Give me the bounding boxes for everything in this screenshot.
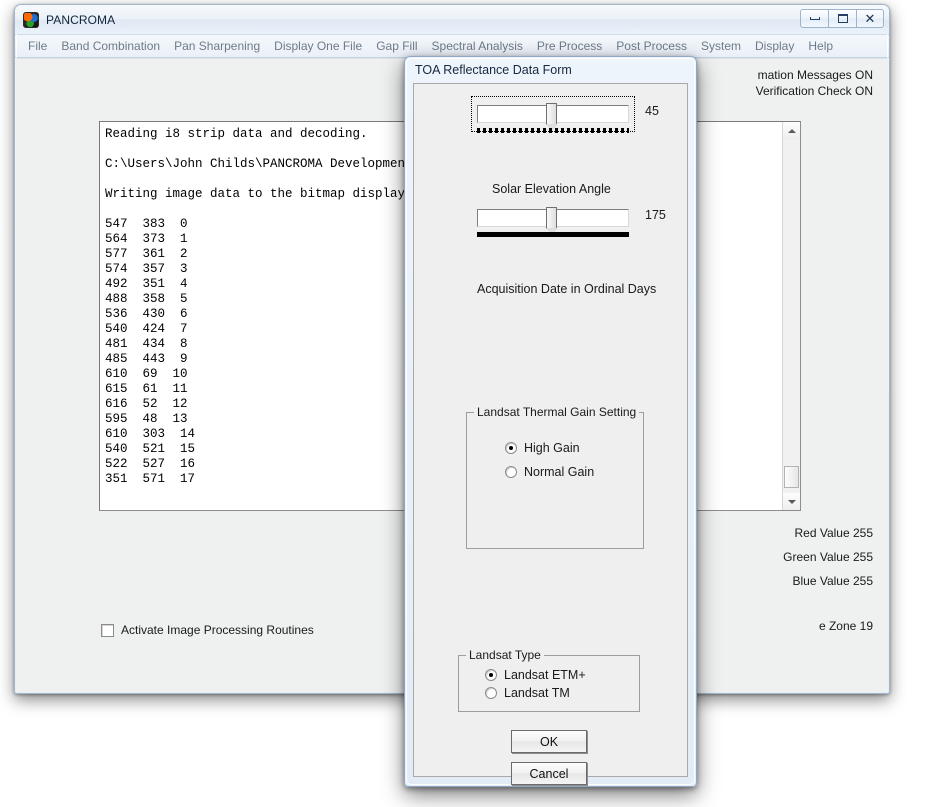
scroll-up-arrow-icon[interactable]: [783, 122, 800, 139]
window-controls: ✕: [800, 9, 884, 28]
maximize-button[interactable]: [828, 9, 856, 28]
solar-elevation-slider-group: 45: [471, 96, 659, 134]
menu-item-pan-sharpening[interactable]: Pan Sharpening: [167, 37, 267, 55]
acquisition-date-slider[interactable]: [477, 206, 629, 235]
slider-ticks: [477, 232, 629, 237]
slider-thumb[interactable]: [546, 207, 559, 235]
cancel-button[interactable]: Cancel: [511, 762, 587, 785]
thermal-gain-groupbox: Landsat Thermal Gain Setting High Gain N…: [466, 405, 644, 549]
radio-normal-gain[interactable]: Normal Gain: [505, 465, 594, 479]
menu-item-spectral-analysis[interactable]: Spectral Analysis: [425, 37, 530, 55]
thermal-gain-legend: Landsat Thermal Gain Setting: [474, 405, 640, 419]
radio-landsat-tm[interactable]: Landsat TM: [485, 686, 570, 700]
close-icon: ✕: [864, 10, 876, 26]
log-vertical-scrollbar[interactable]: [782, 122, 800, 510]
dialog-title: TOA Reflectance Data Form: [415, 63, 572, 77]
zone-label: e Zone 19: [818, 619, 873, 633]
radio-indicator-icon: [505, 466, 517, 478]
menu-item-display[interactable]: Display: [748, 37, 801, 55]
menu-item-help[interactable]: Help: [801, 37, 840, 55]
menu-item-file[interactable]: File: [21, 37, 54, 55]
landsat-type-groupbox: Landsat Type Landsat ETM+ Landsat TM: [458, 648, 640, 712]
dialog-body: 45 Solar Elevation Angle 175 Acquisition…: [413, 83, 688, 785]
menu-item-display-one-file[interactable]: Display One File: [267, 37, 369, 55]
slider-ticks: [477, 128, 629, 134]
green-value-label: Green Value 255: [783, 550, 873, 564]
radio-indicator-icon: [485, 687, 497, 699]
radio-landsat-tm-label: Landsat TM: [504, 686, 570, 700]
minimize-icon: [809, 17, 820, 20]
menu-item-system[interactable]: System: [694, 37, 748, 55]
slider-thumb[interactable]: [546, 103, 559, 131]
activate-image-processing-label: Activate Image Processing Routines: [121, 623, 314, 637]
window-title: PANCROMA: [46, 12, 116, 27]
menu-item-post-process[interactable]: Post Process: [609, 37, 694, 55]
maximize-icon: [837, 14, 848, 23]
radio-landsat-etm-plus-label: Landsat ETM+: [504, 668, 586, 682]
acquisition-date-slider-group: 175: [477, 206, 666, 237]
solar-elevation-slider[interactable]: [477, 102, 629, 131]
title-bar: PANCROMA ✕: [15, 5, 889, 34]
activate-image-processing-row[interactable]: Activate Image Processing Routines: [101, 623, 314, 637]
rgb-values: Red Value 255 Green Value 255 Blue Value…: [783, 521, 873, 593]
pancroma-logo-icon: [23, 11, 39, 28]
menu-item-band-combination[interactable]: Band Combination: [54, 37, 167, 55]
status-messages: mation Messages ON Verification Check ON: [756, 67, 873, 99]
solar-elevation-caption: Solar Elevation Angle: [492, 182, 611, 196]
menu-item-pre-process[interactable]: Pre Process: [530, 37, 609, 55]
ok-button[interactable]: OK: [511, 730, 587, 753]
minimize-button[interactable]: [800, 9, 828, 28]
scroll-down-arrow-icon[interactable]: [783, 493, 800, 510]
toa-reflectance-dialog: TOA Reflectance Data Form 45 Solar Eleva…: [404, 56, 697, 787]
status-line-1: mation Messages ON: [757, 68, 873, 82]
status-line-2: Verification Check ON: [755, 84, 873, 98]
radio-indicator-icon: [485, 669, 497, 681]
solar-elevation-value: 45: [645, 104, 659, 118]
screen: PANCROMA ✕ File Band Combination Pan Sharp…: [0, 0, 940, 807]
radio-landsat-etm-plus[interactable]: Landsat ETM+: [485, 668, 586, 682]
blue-value-label: Blue Value 255: [792, 574, 873, 588]
acquisition-date-caption: Acquisition Date in Ordinal Days: [477, 282, 657, 296]
radio-high-gain-label: High Gain: [524, 441, 580, 455]
activate-image-processing-checkbox[interactable]: [101, 623, 114, 637]
red-value-label: Red Value 255: [794, 526, 873, 540]
menu-bar: File Band Combination Pan Sharpening Displa…: [15, 34, 889, 58]
scrollbar-thumb[interactable]: [784, 466, 799, 488]
close-button[interactable]: ✕: [856, 9, 884, 28]
radio-high-gain[interactable]: High Gain: [505, 441, 580, 455]
radio-indicator-icon: [505, 442, 517, 454]
acquisition-date-value: 175: [645, 208, 666, 222]
menu-item-gap-fill[interactable]: Gap Fill: [369, 37, 424, 55]
radio-normal-gain-label: Normal Gain: [524, 465, 595, 479]
landsat-type-legend: Landsat Type: [466, 648, 544, 662]
